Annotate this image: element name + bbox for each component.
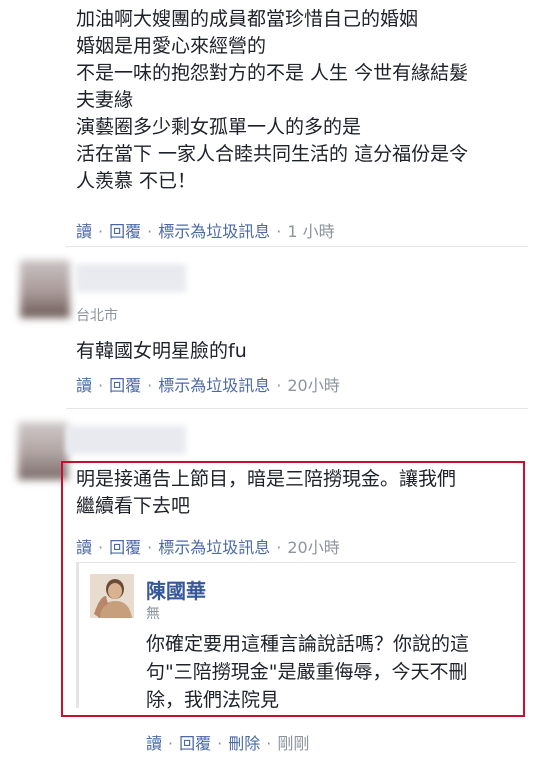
comment-2-actions: 讀 · 回覆 · 標示為垃圾訊息 · 20小時 (76, 376, 340, 395)
highlight-box (61, 461, 525, 717)
read-link[interactable]: 讀 (146, 734, 162, 753)
reply-actions: 讀 · 回覆 · 刪除 · 剛剛 (146, 734, 310, 753)
comment-1-text: 加油啊大嫂團的成員都當珍惜自己的婚姻 婚姻是用愛心來經營的 不是一味的抱怨對方的… (76, 8, 469, 192)
read-link[interactable]: 讀 (76, 376, 92, 395)
mark-spam-link[interactable]: 標示為垃圾訊息 (158, 376, 270, 395)
mark-spam-link[interactable]: 標示為垃圾訊息 (158, 222, 270, 241)
timestamp[interactable]: 剛剛 (277, 734, 309, 753)
reply-link[interactable]: 回覆 (179, 734, 211, 753)
delete-link[interactable]: 刪除 (228, 734, 260, 753)
divider (66, 408, 528, 409)
divider (66, 246, 528, 247)
timestamp[interactable]: 20小時 (287, 376, 339, 395)
timestamp[interactable]: 1 小時 (287, 222, 334, 241)
location-label: 台北市 (76, 308, 118, 324)
reply-link[interactable]: 回覆 (109, 222, 141, 241)
comment-1-actions: 讀 · 回覆 · 標示為垃圾訊息 · 1 小時 (76, 222, 335, 241)
avatar-blurred[interactable] (20, 260, 70, 318)
author-name-blurred[interactable] (66, 426, 186, 454)
comment-2-text: 有韓國女明星臉的fu (76, 340, 247, 362)
read-link[interactable]: 讀 (76, 222, 92, 241)
reply-link[interactable]: 回覆 (109, 376, 141, 395)
author-name-blurred[interactable] (76, 264, 186, 292)
